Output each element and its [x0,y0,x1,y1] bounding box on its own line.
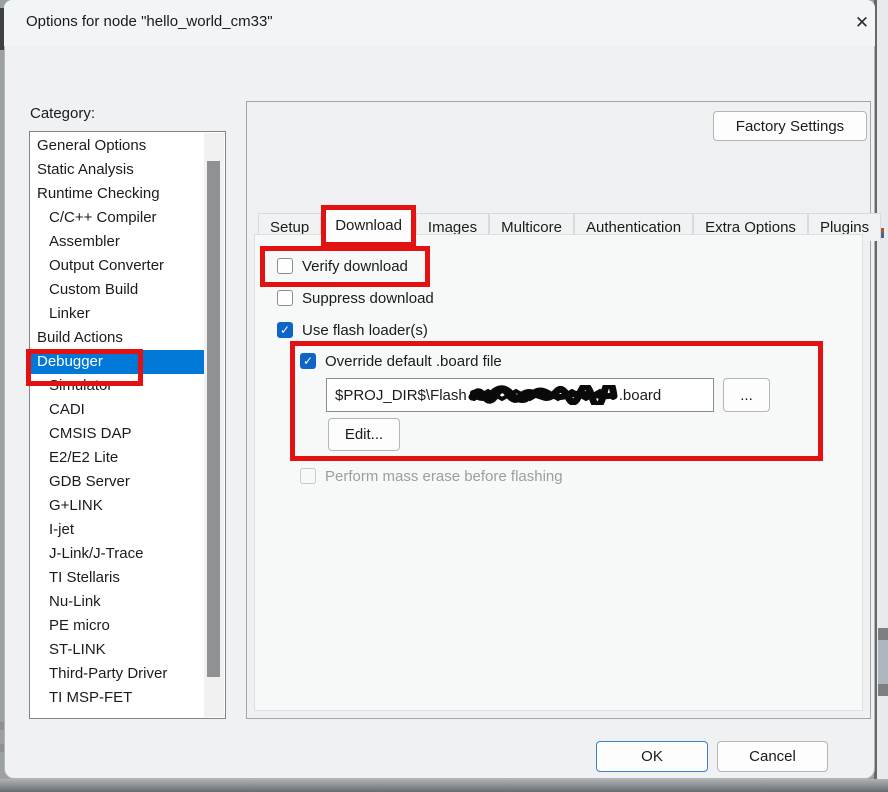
category-item-cmsis-dap[interactable]: CMSIS DAP [30,422,204,446]
background-bottom-strip [0,779,888,792]
options-panel: Factory Settings Setup Download Images M… [246,101,871,719]
background-scrollbar-mark [878,628,888,640]
board-path-suffix: .board [619,387,662,404]
category-item-debugger[interactable]: Debugger [30,350,204,374]
factory-settings-button[interactable]: Factory Settings [713,111,867,141]
category-item-cadi[interactable]: CADI [30,398,204,422]
use-flash-loaders-checkbox[interactable]: ✓ [277,322,293,338]
category-item-compiler[interactable]: C/C++ Compiler [30,206,204,230]
category-item-general-options[interactable]: General Options [30,134,204,158]
mass-erase-label: Perform mass erase before flashing [325,468,563,485]
title-bar[interactable]: Options for node "hello_world_cm33" ✕ [4,0,875,46]
category-listbox[interactable]: General Options Static Analysis Runtime … [29,131,226,719]
suppress-download-row: Suppress download [277,288,434,308]
cancel-button[interactable]: Cancel [717,741,828,772]
category-item-pe-micro[interactable]: PE micro [30,614,204,638]
category-item-glink[interactable]: G+LINK [30,494,204,518]
verify-download-checkbox[interactable] [277,258,293,274]
category-label: Category: [30,105,95,122]
tab-download[interactable]: Download [321,205,416,247]
list-scrollbar-thumb[interactable] [207,161,220,677]
close-icon[interactable]: ✕ [849,10,875,36]
dialog-title: Options for node "hello_world_cm33" [26,13,273,30]
override-board-checkbox[interactable]: ✓ [300,353,316,369]
category-item-custom-build[interactable]: Custom Build [30,278,204,302]
board-file-input[interactable]: $PROJ_DIR$\Flash .board [326,378,714,412]
verify-download-label: Verify download [302,258,408,275]
suppress-download-label: Suppress download [302,290,434,307]
verify-download-row: Verify download [277,256,408,276]
category-item-assembler[interactable]: Assembler [30,230,204,254]
category-item-output-converter[interactable]: Output Converter [30,254,204,278]
background-scrollbar-mark [878,684,888,696]
redaction-scribble [468,385,618,405]
use-flash-loaders-row: ✓ Use flash loader(s) [277,320,428,340]
checkmark-icon: ✓ [280,324,290,336]
ok-button[interactable]: OK [596,741,708,772]
category-item-gdb-server[interactable]: GDB Server [30,470,204,494]
category-item-simulator[interactable]: Simulator [30,374,204,398]
browse-button[interactable]: ... [723,378,770,412]
category-item-e2-lite[interactable]: E2/E2 Lite [30,446,204,470]
mass-erase-checkbox [300,468,316,484]
checkmark-icon: ✓ [303,355,313,367]
category-item-jlink[interactable]: J-Link/J-Trace [30,542,204,566]
category-item-ijet[interactable]: I-jet [30,518,204,542]
override-board-label: Override default .board file [325,353,502,370]
background-scrollbar-sliver [878,640,888,684]
edit-button[interactable]: Edit... [328,418,400,451]
category-item-static-analysis[interactable]: Static Analysis [30,158,204,182]
category-item-third-party[interactable]: Third-Party Driver [30,662,204,686]
category-item-linker[interactable]: Linker [30,302,204,326]
category-item-ti-msp-fet[interactable]: TI MSP-FET [30,686,204,710]
category-item-st-link[interactable]: ST-LINK [30,638,204,662]
mass-erase-row: Perform mass erase before flashing [300,466,563,486]
category-item-nu-link[interactable]: Nu-Link [30,590,204,614]
category-item-build-actions[interactable]: Build Actions [30,326,204,350]
category-item-runtime-checking[interactable]: Runtime Checking [30,182,204,206]
category-item-ti-stellaris[interactable]: TI Stellaris [30,566,204,590]
board-path-prefix: $PROJ_DIR$\Flash [335,387,467,404]
use-flash-loaders-label: Use flash loader(s) [302,322,428,339]
suppress-download-checkbox[interactable] [277,290,293,306]
override-board-row: ✓ Override default .board file [300,351,502,371]
list-scrollbar-track[interactable] [204,133,224,717]
